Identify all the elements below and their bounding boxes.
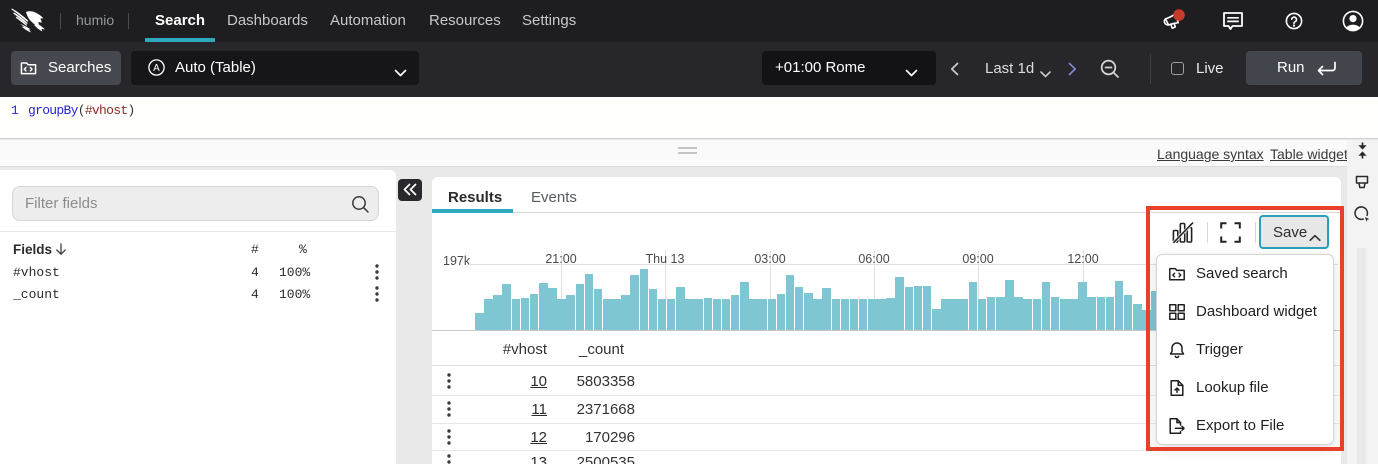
svg-text:A: A [153,63,160,74]
